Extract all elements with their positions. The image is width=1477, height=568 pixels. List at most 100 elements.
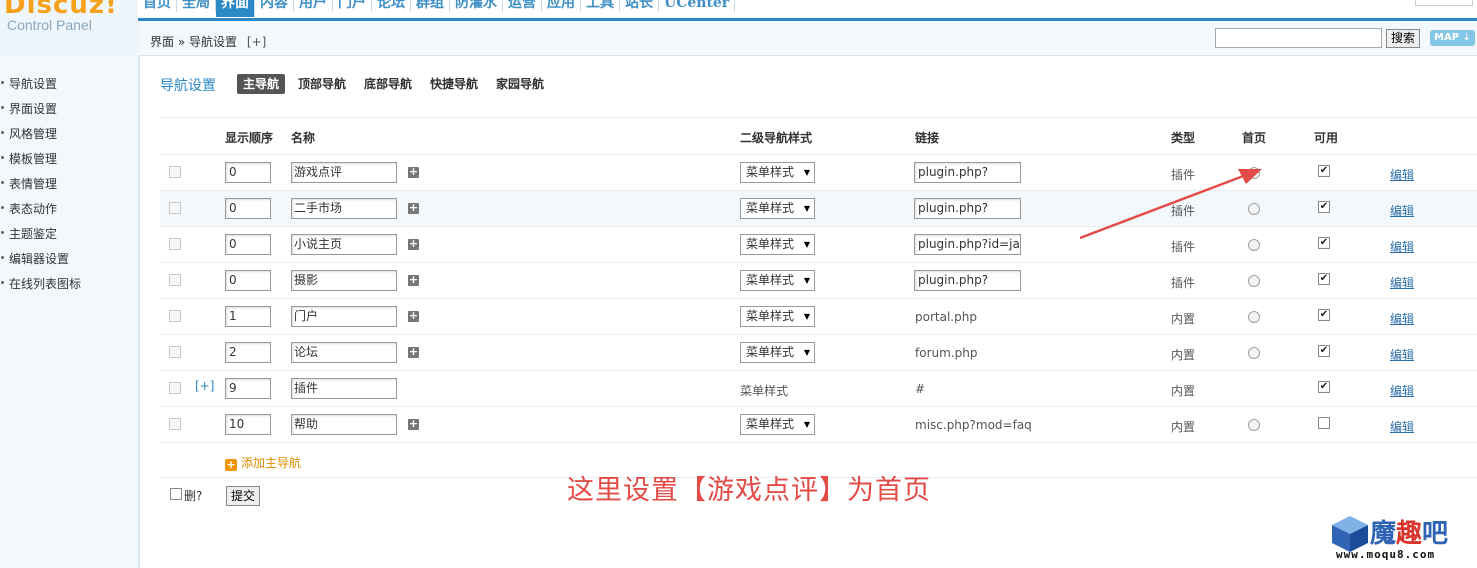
order-input[interactable]: 0	[225, 270, 271, 291]
add-subnav-icon[interactable]: +	[408, 418, 419, 430]
add-subnav-icon[interactable]: +	[408, 238, 419, 250]
sidebar-item[interactable]: 风格管理	[0, 122, 136, 142]
edit-link[interactable]: 编辑	[1390, 274, 1414, 291]
main-nav-item[interactable]: 用户	[294, 0, 333, 12]
main-nav-item[interactable]: 应用	[542, 0, 581, 12]
main-nav-item[interactable]: 群组	[411, 0, 450, 12]
main-nav-item[interactable]: 运营	[503, 0, 542, 12]
tab-home-nav[interactable]: 家园导航	[490, 74, 550, 94]
home-radio[interactable]	[1248, 419, 1260, 431]
row-delete-checkbox[interactable]	[169, 418, 181, 430]
name-input[interactable]: 帮助	[291, 414, 397, 435]
home-radio[interactable]	[1248, 275, 1260, 287]
tab-footer-nav[interactable]: 底部导航	[358, 74, 418, 94]
add-subnav-icon[interactable]: +	[408, 202, 419, 214]
order-input[interactable]: 0	[225, 162, 271, 183]
breadcrumb-add-shortcut[interactable]: [+]	[247, 35, 266, 49]
substyle-select[interactable]: 菜单样式 ▼	[740, 306, 815, 327]
add-subnav-icon[interactable]: +	[408, 346, 419, 358]
tab-quick-nav[interactable]: 快捷导航	[424, 74, 484, 94]
search-button[interactable]: 搜索	[1386, 29, 1420, 48]
edit-link[interactable]: 编辑	[1390, 166, 1414, 183]
sidebar-item[interactable]: 模板管理	[0, 147, 136, 167]
main-nav-item[interactable]: 工具	[581, 0, 620, 12]
order-input[interactable]: 1	[225, 306, 271, 327]
delete-all-checkbox[interactable]	[170, 488, 182, 500]
home-radio[interactable]	[1248, 347, 1260, 359]
home-radio[interactable]	[1248, 167, 1260, 179]
main-nav-item[interactable]: UCenter	[659, 0, 736, 12]
tab-main-nav[interactable]: 主导航	[237, 74, 286, 94]
edit-link[interactable]: 编辑	[1390, 346, 1414, 363]
logo[interactable]: Discuz! Control Panel	[0, 0, 138, 56]
substyle-select[interactable]: 菜单样式 ▼	[740, 198, 815, 219]
breadcrumb-root[interactable]: 界面	[150, 35, 174, 49]
substyle-select[interactable]: 菜单样式 ▼	[740, 234, 815, 255]
available-checkbox[interactable]	[1318, 417, 1330, 429]
row-delete-checkbox[interactable]	[169, 202, 181, 214]
order-input[interactable]: 10	[225, 414, 271, 435]
link-input[interactable]: plugin.php?id=m	[914, 162, 1021, 183]
main-nav-item[interactable]: 站长	[620, 0, 659, 12]
substyle-select[interactable]: 菜单样式 ▼	[740, 414, 815, 435]
row-delete-checkbox[interactable]	[169, 274, 181, 286]
edit-link[interactable]: 编辑	[1390, 310, 1414, 327]
order-input[interactable]: 2	[225, 342, 271, 363]
map-button[interactable]: MAP ⇣	[1430, 30, 1475, 46]
available-checkbox[interactable]: ✔	[1318, 345, 1330, 357]
name-input[interactable]: 插件	[291, 378, 397, 399]
main-nav-item[interactable]: 防灌水	[450, 0, 503, 12]
available-checkbox[interactable]: ✔	[1318, 273, 1330, 285]
sidebar-item[interactable]: 表态动作	[0, 197, 136, 217]
main-nav-item[interactable]: 界面	[216, 0, 255, 17]
order-input[interactable]: 0	[225, 234, 271, 255]
link-input[interactable]: plugin.php?id=cc	[914, 270, 1021, 291]
add-subnav-icon[interactable]: +	[408, 310, 419, 322]
link-input[interactable]: plugin.php?id=dz	[914, 198, 1021, 219]
order-input[interactable]: 9	[225, 378, 271, 399]
home-radio[interactable]	[1248, 239, 1260, 251]
add-subnav-icon[interactable]: +	[408, 166, 419, 178]
available-checkbox[interactable]: ✔	[1318, 237, 1330, 249]
edit-link[interactable]: 编辑	[1390, 202, 1414, 219]
search-input[interactable]	[1215, 28, 1382, 48]
available-checkbox[interactable]: ✔	[1318, 165, 1330, 177]
available-checkbox[interactable]: ✔	[1318, 381, 1330, 393]
main-nav-item[interactable]: 首页	[138, 0, 177, 12]
add-main-nav-link[interactable]: + 添加主导航	[225, 454, 301, 471]
available-checkbox[interactable]: ✔	[1318, 309, 1330, 321]
add-subnav-icon[interactable]: +	[408, 274, 419, 286]
name-input[interactable]: 摄影	[291, 270, 397, 291]
edit-link[interactable]: 编辑	[1390, 382, 1414, 399]
row-delete-checkbox[interactable]	[169, 310, 181, 322]
expand-toggle[interactable]: [+]	[195, 379, 214, 393]
name-input[interactable]: 游戏点评	[291, 162, 397, 183]
main-nav-item[interactable]: 全局	[177, 0, 216, 12]
edit-link[interactable]: 编辑	[1390, 418, 1414, 435]
edit-link[interactable]: 编辑	[1390, 238, 1414, 255]
name-input[interactable]: 论坛	[291, 342, 397, 363]
name-input[interactable]: 小说主页	[291, 234, 397, 255]
available-checkbox[interactable]: ✔	[1318, 201, 1330, 213]
sidebar-item[interactable]: 编辑器设置	[0, 247, 136, 267]
row-delete-checkbox[interactable]	[169, 346, 181, 358]
submit-button[interactable]: 提交	[226, 486, 260, 506]
home-radio[interactable]	[1248, 311, 1260, 323]
sidebar-item[interactable]: 主题鉴定	[0, 222, 136, 242]
link-input[interactable]: plugin.php?id=ja	[914, 234, 1021, 255]
substyle-select[interactable]: 菜单样式 ▼	[740, 342, 815, 363]
sidebar-item[interactable]: 表情管理	[0, 172, 136, 192]
row-delete-checkbox[interactable]	[169, 238, 181, 250]
sidebar-item[interactable]: 界面设置	[0, 97, 136, 117]
sidebar-item[interactable]: 导航设置	[0, 72, 136, 92]
main-nav-item[interactable]: 内容	[255, 0, 294, 12]
row-delete-checkbox[interactable]	[169, 166, 181, 178]
name-input[interactable]: 门户	[291, 306, 397, 327]
tab-top-nav[interactable]: 顶部导航	[292, 74, 352, 94]
top-right-box[interactable]	[1415, 0, 1473, 6]
order-input[interactable]: 0	[225, 198, 271, 219]
sidebar-item[interactable]: 在线列表图标	[0, 272, 136, 292]
main-nav-item[interactable]: 门户	[333, 0, 372, 12]
name-input[interactable]: 二手市场	[291, 198, 397, 219]
home-radio[interactable]	[1248, 203, 1260, 215]
